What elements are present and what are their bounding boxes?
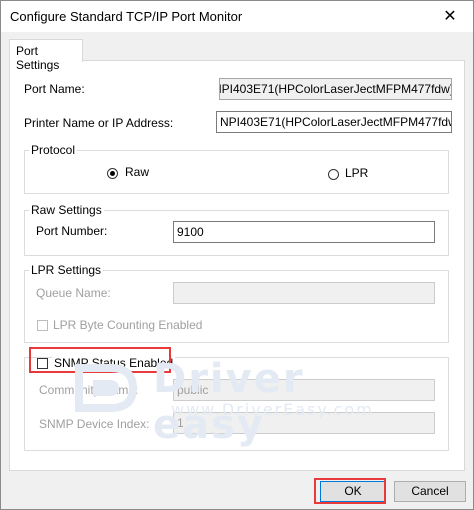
snmp-device-index-value: 1 xyxy=(177,416,184,430)
protocol-group-title: Protocol xyxy=(29,143,78,157)
tcpip-port-monitor-dialog: Configure Standard TCP/IP Port Monitor ✕… xyxy=(0,0,474,510)
protocol-group: Protocol Raw LPR xyxy=(24,143,449,194)
radio-selected-dot xyxy=(110,171,115,176)
window-title: Configure Standard TCP/IP Port Monitor xyxy=(10,9,243,24)
lpr-byte-counting-label: LPR Byte Counting Enabled xyxy=(53,318,203,332)
port-number-input[interactable]: 9100 xyxy=(173,221,435,243)
lpr-byte-counting-checkbox[interactable] xyxy=(37,320,48,331)
cancel-button[interactable]: Cancel xyxy=(394,481,466,502)
queue-name-value xyxy=(174,286,177,300)
snmp-highlight-box xyxy=(29,347,171,373)
port-number-value: 9100 xyxy=(177,225,204,239)
port-settings-panel: Port Name: NPI403E71(HPColorLaserJectMFP… xyxy=(9,60,465,471)
community-name-value: public xyxy=(177,383,209,397)
tab-port-settings-label: Port Settings xyxy=(16,44,60,72)
queue-name-input[interactable] xyxy=(173,282,435,304)
community-name-label: Community Name: xyxy=(39,383,139,397)
port-number-label: Port Number: xyxy=(36,224,108,238)
protocol-lpr-label: LPR xyxy=(345,166,369,180)
cancel-button-label: Cancel xyxy=(411,484,449,498)
printer-address-field[interactable]: NPI403E71(HPColorLaserJectMFPM477fdw) xyxy=(216,111,452,133)
snmp-device-index-input[interactable]: 1 xyxy=(173,412,435,434)
protocol-lpr-radio[interactable] xyxy=(328,169,339,180)
raw-settings-group-title: Raw Settings xyxy=(29,203,104,217)
protocol-raw-radio[interactable] xyxy=(107,168,118,179)
community-name-input[interactable]: public xyxy=(173,379,435,401)
lpr-settings-group: LPR Settings Queue Name: LPR Byte Counti… xyxy=(24,263,449,343)
lpr-settings-group-title: LPR Settings xyxy=(29,263,104,277)
queue-name-label: Queue Name: xyxy=(36,286,111,300)
protocol-raw-label: Raw xyxy=(125,165,150,179)
snmp-device-index-label: SNMP Device Index: xyxy=(39,417,150,431)
printer-address-label: Printer Name or IP Address: xyxy=(24,116,174,130)
port-name-field[interactable]: NPI403E71(HPColorLaserJectMFPM477fdw) xyxy=(219,78,452,100)
title-bar: Configure Standard TCP/IP Port Monitor ✕ xyxy=(1,1,473,32)
printer-address-value: NPI403E71(HPColorLaserJectMFPM477fdw) xyxy=(220,115,452,129)
port-name-value: NPI403E71(HPColorLaserJectMFPM477fdw) xyxy=(219,82,452,96)
close-icon: ✕ xyxy=(443,8,457,25)
raw-settings-group: Raw Settings Port Number: 9100 xyxy=(24,203,449,256)
close-button[interactable]: ✕ xyxy=(427,1,473,32)
port-name-label: Port Name: xyxy=(24,82,85,96)
ok-highlight-box xyxy=(314,478,386,504)
tab-port-settings[interactable]: Port Settings xyxy=(9,39,83,72)
